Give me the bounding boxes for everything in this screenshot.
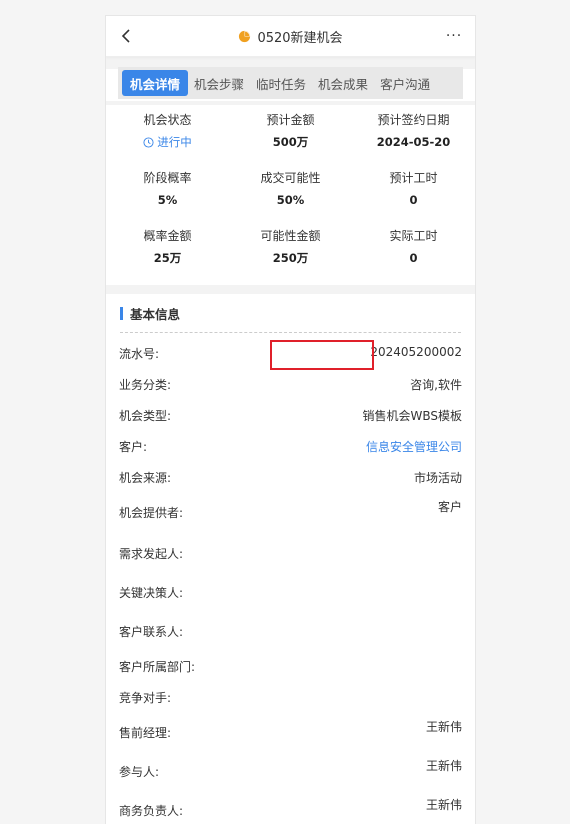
field-value: 销售机会WBS模板	[362, 409, 462, 423]
field-label: 关键决策人:	[119, 586, 184, 600]
stat-row: 阶段概率 5% 成交可能性 50% 预计工时 0	[106, 169, 475, 227]
stat-likelihood-amount: 可能性金额 250万	[229, 227, 352, 285]
field-label: 流水号:	[119, 347, 160, 361]
tab-steps[interactable]: 机会步骤	[188, 70, 250, 96]
field-label: 机会来源:	[119, 471, 172, 485]
field-value: 客户	[437, 500, 462, 514]
stat-actual-hours: 实际工时 0	[352, 227, 475, 285]
field-list: 流水号: 202405200002 业务分类: 咨询,软件 机会类型: 销售机会…	[106, 333, 475, 824]
stat-value: 0	[409, 193, 418, 207]
stat-deal-likelihood: 成交可能性 50%	[229, 169, 352, 227]
section-accent-bar	[120, 306, 123, 320]
stat-label: 成交可能性	[260, 171, 321, 185]
page-title: 0520新建机会	[257, 30, 343, 46]
stat-label: 机会状态	[143, 113, 192, 127]
stat-stage-prob: 阶段概率 5%	[106, 169, 229, 227]
field-label: 机会类型:	[119, 409, 172, 423]
stat-expected-hours: 预计工时 0	[352, 169, 475, 227]
stat-label: 阶段概率	[143, 171, 192, 185]
stat-label: 预计工时	[389, 171, 438, 185]
field-label: 需求发起人:	[119, 547, 184, 561]
field-label: 客户联系人:	[119, 625, 184, 639]
section-header: 基本信息	[106, 294, 475, 332]
stat-value: 500万	[272, 135, 309, 149]
stat-label: 概率金额	[143, 229, 192, 243]
stat-label: 可能性金额	[260, 229, 321, 243]
tab-results[interactable]: 机会成果	[312, 70, 374, 96]
tab-details[interactable]: 机会详情	[122, 70, 189, 96]
stats-grid: 机会状态 进行中 预计金额 500万 预计签约日期 2024-05-20 阶段概…	[106, 105, 475, 285]
field-value: 王新伟	[425, 798, 462, 812]
highlight-box	[270, 340, 374, 370]
stat-value: 250万	[272, 251, 309, 265]
field-label: 商务负责人:	[119, 804, 184, 818]
nav-header: 0520新建机会 ···	[106, 16, 475, 57]
field-label: 客户:	[119, 440, 148, 454]
field-label: 参与人:	[119, 765, 160, 779]
page-title-wrap: 0520新建机会	[106, 16, 475, 56]
field-label: 机会提供者:	[119, 506, 184, 520]
field-value: 202405200002	[370, 345, 462, 359]
stat-label: 实际工时	[389, 229, 438, 243]
stat-value: 25万	[153, 251, 182, 265]
field-label: 业务分类:	[119, 378, 172, 392]
section-separator	[106, 285, 475, 294]
more-button[interactable]: ···	[443, 26, 465, 46]
phone-screen: 0520新建机会 ··· 机会详情 机会步骤 临时任务 机会成果 客户沟通 机会…	[105, 15, 476, 824]
stat-label: 预计金额	[266, 113, 315, 127]
more-icon: ···	[445, 28, 463, 44]
field-value: 王新伟	[425, 759, 462, 773]
stat-value: 0	[409, 251, 418, 265]
clock-icon	[143, 136, 154, 148]
stat-status: 机会状态 进行中	[106, 111, 229, 169]
field-value: 王新伟	[425, 720, 462, 734]
field-label: 竞争对手:	[119, 691, 172, 705]
stat-label: 预计签约日期	[377, 113, 450, 127]
stat-value: 50%	[276, 193, 305, 207]
stat-value: 5%	[157, 193, 178, 207]
stat-prob-amount: 概率金额 25万	[106, 227, 229, 285]
stat-value: 进行中	[106, 133, 229, 151]
status-value: 进行中	[157, 135, 192, 149]
field-label: 客户所属部门:	[119, 660, 196, 674]
stat-expected-amount: 预计金额 500万	[229, 111, 352, 169]
pie-chart-icon	[239, 30, 251, 42]
field-value: 咨询,软件	[410, 378, 462, 392]
tab-customer-comm[interactable]: 客户沟通	[374, 70, 436, 96]
section-title: 基本信息	[130, 306, 181, 322]
stat-row: 机会状态 进行中 预计金额 500万 预计签约日期 2024-05-20	[106, 111, 475, 169]
stat-value: 2024-05-20	[376, 135, 451, 149]
tab-temp-tasks[interactable]: 临时任务	[250, 70, 312, 96]
stat-sign-date: 预计签约日期 2024-05-20	[352, 111, 475, 169]
stat-row: 概率金额 25万 可能性金额 250万 实际工时 0	[106, 227, 475, 285]
field-label: 售前经理:	[119, 726, 172, 740]
customer-link[interactable]: 信息安全管理公司	[366, 438, 462, 455]
tab-bar: 机会详情 机会步骤 临时任务 机会成果 客户沟通	[118, 67, 463, 99]
field-value: 市场活动	[413, 471, 462, 485]
